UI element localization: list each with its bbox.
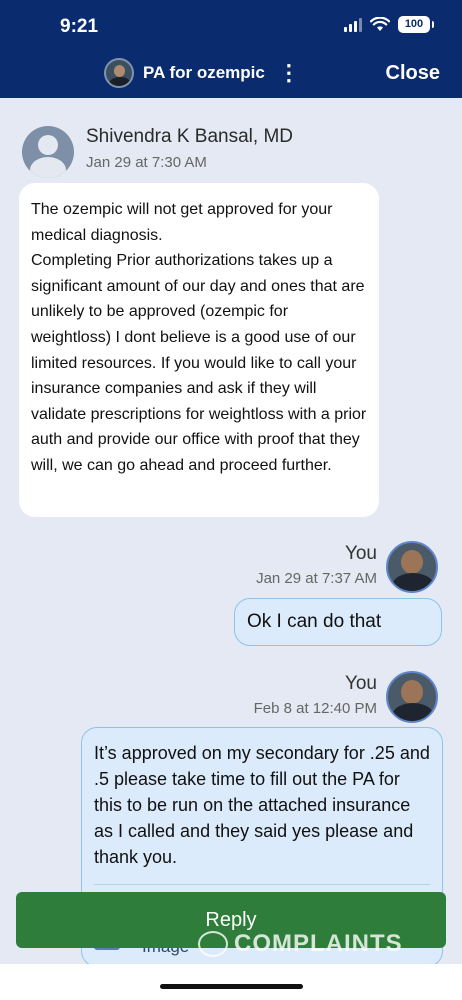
user-avatar: [104, 58, 134, 88]
signal-icon: [344, 17, 362, 32]
message-time: Jan 29 at 7:37 AM: [256, 570, 377, 587]
message-sender: You: [344, 543, 377, 564]
message-sender: Shivendra K Bansal, MD: [86, 126, 293, 147]
app-header: 9:21 100 PA for ozempic ⋮ Close: [0, 0, 462, 98]
status-icons: 100: [344, 16, 434, 33]
divider: [94, 884, 430, 885]
outgoing-message-bubble: Ok I can do that: [234, 598, 442, 646]
message-text: It’s approved on my secondary for .25 an…: [94, 743, 430, 867]
user-avatar: [386, 541, 438, 593]
message-sender: You: [344, 673, 377, 694]
home-indicator[interactable]: [160, 984, 303, 989]
more-vertical-icon[interactable]: ⋮: [278, 60, 300, 86]
user-avatar: [386, 671, 438, 723]
page-title: PA for ozempic: [143, 63, 265, 82]
message-text: Ok I can do that: [247, 611, 382, 632]
message-time: Feb 8 at 12:40 PM: [253, 700, 377, 717]
bottom-bar: [0, 964, 462, 1000]
close-button[interactable]: Close: [386, 62, 440, 85]
battery-icon: 100: [398, 16, 434, 33]
doctor-avatar-icon: [22, 126, 74, 178]
incoming-message-bubble: The ozempic will not get approved for yo…: [19, 183, 379, 517]
conversation-title[interactable]: PA for ozempic ⋮: [104, 58, 300, 88]
status-time: 9:21: [60, 16, 99, 37]
message-time: Jan 29 at 7:30 AM: [86, 154, 207, 171]
reply-button[interactable]: Reply: [16, 892, 446, 948]
message-text: The ozempic will not get approved for yo…: [31, 201, 367, 474]
wifi-icon: [370, 17, 390, 31]
